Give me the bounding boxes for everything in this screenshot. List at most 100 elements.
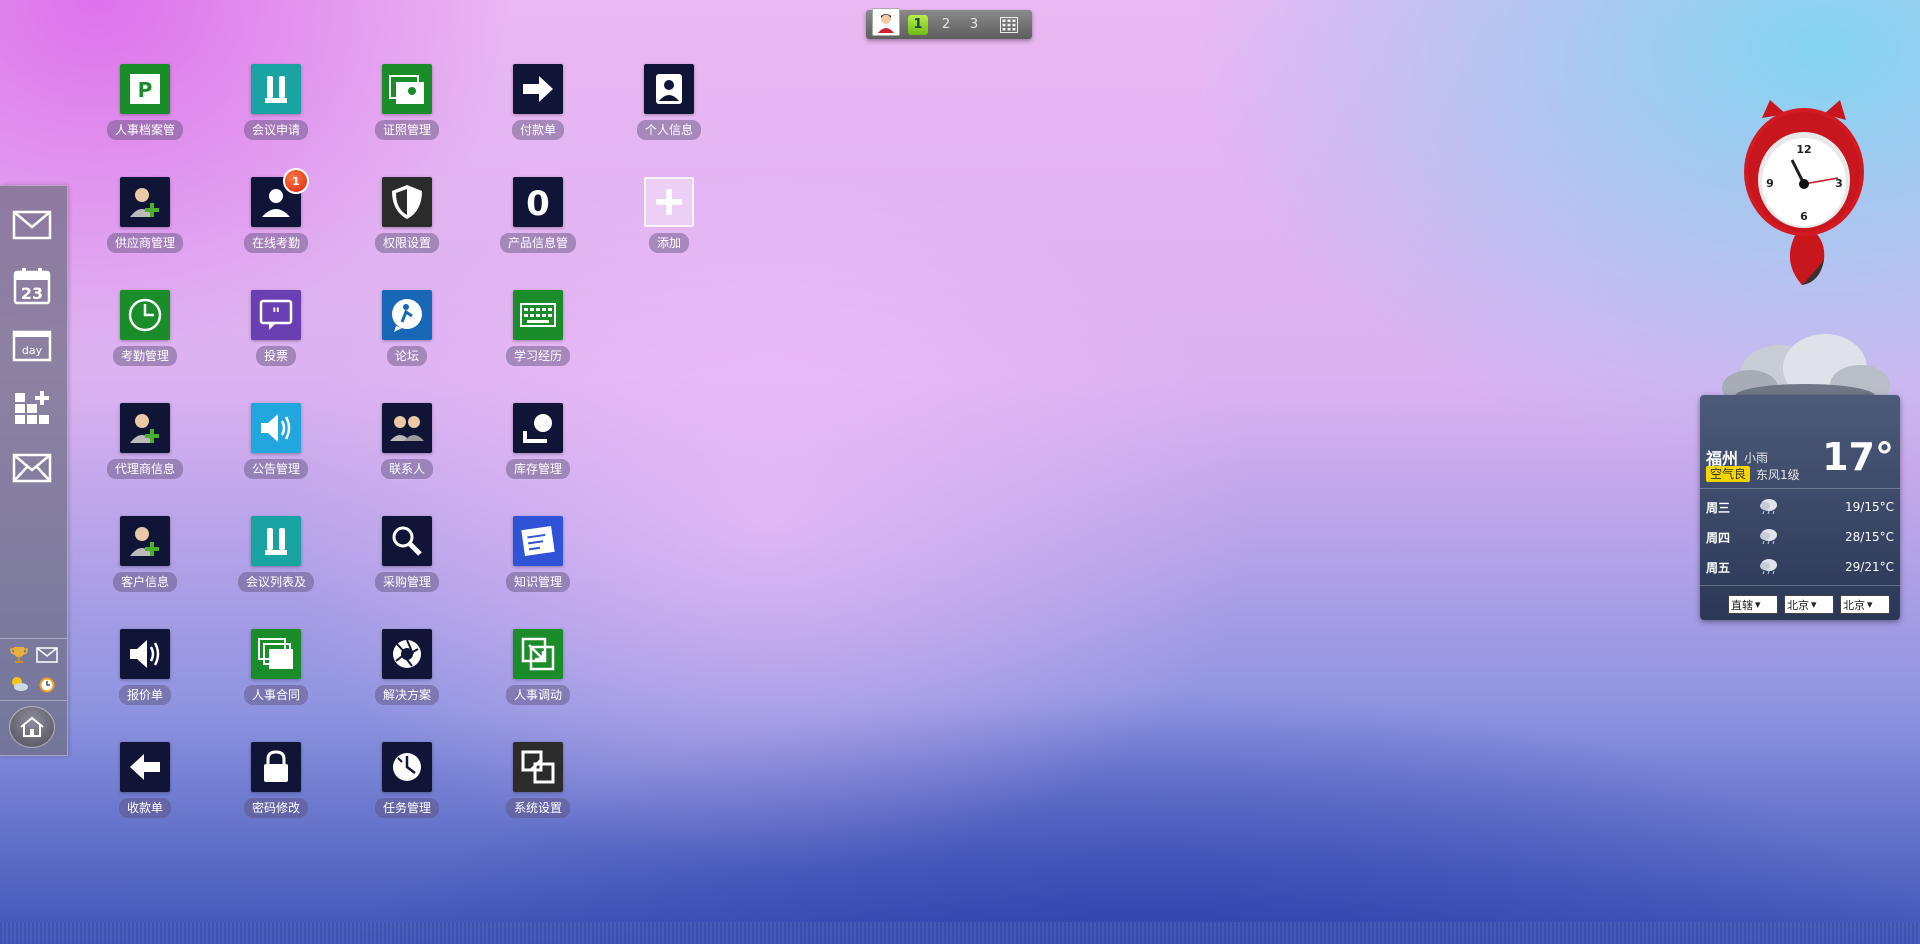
dock-message-button[interactable] (10, 446, 54, 490)
shield-icon (382, 177, 432, 227)
app-knowledge[interactable]: 知识管理 (488, 516, 588, 606)
app-task-clock[interactable]: 任务管理 (357, 742, 457, 832)
app-speaker[interactable]: 公告管理 (226, 403, 326, 493)
weather-widget[interactable]: 福州 小雨 空气良 东风1级 17° 周三 19/15°C 周四 28/15°C 周五 2… (1700, 395, 1900, 620)
trophy-icon (10, 647, 28, 663)
app-add[interactable]: 添加 (619, 177, 719, 267)
app-label: 投票 (255, 346, 296, 366)
app-inventory[interactable]: 库存管理 (488, 403, 588, 493)
dock-mail-button[interactable] (10, 203, 54, 247)
app-shield[interactable]: 权限设置 (357, 177, 457, 267)
rain-cloud-icon (1758, 527, 1788, 548)
app-contract-windows[interactable]: 人事合同 (226, 629, 326, 719)
page-2-button[interactable]: 2 (936, 15, 956, 35)
fox-clock-icon: 12 3 6 9 (1744, 100, 1864, 285)
weather-aqi-badge: 空气良 (1706, 466, 1751, 482)
dock-calendar-button[interactable]: 23 (10, 264, 54, 308)
app-personal-info[interactable]: 个人信息 (619, 64, 719, 154)
app-keyboard[interactable]: 学习经历 (488, 290, 588, 380)
keyboard-icon (513, 290, 563, 340)
app-agent-add[interactable]: 代理商信息 (95, 403, 195, 493)
app-label: 添加 (648, 233, 689, 253)
page-3-button[interactable]: 3 (964, 15, 984, 35)
app-personnel-file[interactable]: P 人事档案管 (95, 64, 195, 154)
weather-temperature: 17° (1822, 435, 1894, 479)
weather-wind: 东风1级 (1756, 468, 1800, 482)
chevron-down-icon: ▾ (1755, 598, 1761, 611)
app-transfer[interactable]: 人事调动 (488, 629, 588, 719)
day-view-text: day (22, 344, 43, 357)
app-label: 产品信息管 (499, 233, 576, 253)
district-select-value: 北京 (1843, 598, 1865, 612)
add-icon (644, 177, 694, 227)
app-customer-add[interactable]: 客户信息 (95, 516, 195, 606)
weather-divider (1700, 585, 1900, 586)
contract-windows-icon (251, 629, 301, 679)
speaker-icon (251, 403, 301, 453)
app-label: 公告管理 (243, 459, 308, 479)
dock-home-button[interactable] (9, 706, 55, 748)
app-contacts[interactable]: 联系人 (357, 403, 457, 493)
app-label: 学习经历 (505, 346, 570, 366)
weather-divider (1700, 488, 1900, 489)
app-label: 任务管理 (374, 798, 439, 818)
app-quote-speaker[interactable]: 报价单 (95, 629, 195, 719)
app-receipt-arrow[interactable]: 收款单 (95, 742, 195, 832)
dock-day-view-button[interactable]: day (10, 324, 54, 368)
app-meeting-list[interactable]: 会议列表及 (226, 516, 326, 606)
app-supplier-add[interactable]: 供应商管理 (95, 177, 195, 267)
calendar-day-number: 23 (21, 284, 43, 303)
app-product-info[interactable]: 0 产品信息管 (488, 177, 588, 267)
bottom-strip (0, 922, 1920, 944)
forecast-day: 周五 (1706, 560, 1731, 575)
app-clock[interactable]: 考勤管理 (95, 290, 195, 380)
rain-cloud-icon (1758, 557, 1788, 578)
app-label: 采购管理 (374, 572, 439, 592)
aperture-icon (382, 629, 432, 679)
app-label: 库存管理 (505, 459, 570, 479)
dock-trophy-button[interactable] (6, 642, 32, 668)
app-search[interactable]: 采购管理 (357, 516, 457, 606)
supplier-add-icon (120, 177, 170, 227)
app-label: 权限设置 (374, 233, 439, 253)
user-avatar[interactable] (872, 7, 900, 36)
app-forum[interactable]: 论坛 (357, 290, 457, 380)
province-select[interactable]: 直辖 ▾ (1728, 595, 1778, 614)
app-label: 付款单 (511, 120, 564, 140)
clock-widget[interactable]: 12 3 6 9 (1740, 100, 1870, 290)
product-info-icon: 0 (513, 177, 563, 227)
chevron-down-icon: ▾ (1811, 598, 1817, 611)
app-online-attendance[interactable]: 1 在线考勤 (226, 168, 326, 267)
app-lock[interactable]: 密码修改 (226, 742, 326, 832)
app-meeting-request[interactable]: 会议申请 (226, 64, 326, 154)
district-select[interactable]: 北京 ▾ (1840, 595, 1890, 614)
app-license-management[interactable]: 证照管理 (357, 64, 457, 154)
forecast-row: 周三 19/15°C (1706, 495, 1894, 519)
city-select[interactable]: 北京 ▾ (1784, 595, 1834, 614)
dock-add-widget-button[interactable] (10, 386, 54, 430)
app-label: 会议列表及 (237, 572, 314, 592)
app-label: 知识管理 (505, 572, 570, 592)
app-label: 会议申请 (243, 120, 308, 140)
meeting-request-icon (251, 64, 301, 114)
app-grid-button[interactable] (998, 14, 1020, 36)
search-icon (382, 516, 432, 566)
payment-arrow-icon (513, 64, 563, 114)
dock-alarm-button[interactable] (34, 671, 60, 697)
vote-quote-icon: " (251, 290, 301, 340)
app-aperture[interactable]: 解决方案 (357, 629, 457, 719)
dock-separator (0, 638, 67, 639)
dock-weather-button[interactable] (6, 671, 32, 697)
dock-small-mail-button[interactable] (34, 642, 60, 668)
personal-info-icon (644, 64, 694, 114)
app-system-settings[interactable]: 系统设置 (488, 742, 588, 832)
notification-badge: 1 (283, 168, 309, 194)
weather-icon (12, 677, 28, 691)
app-label: 联系人 (380, 459, 433, 479)
app-vote-quote[interactable]: " 投票 (226, 290, 326, 380)
page-1-button[interactable]: 1 (908, 14, 928, 35)
clock-numeral-6: 6 (1800, 210, 1808, 223)
app-payment-arrow[interactable]: 付款单 (488, 64, 588, 154)
inventory-icon (513, 403, 563, 453)
app-label: 密码修改 (243, 798, 308, 818)
